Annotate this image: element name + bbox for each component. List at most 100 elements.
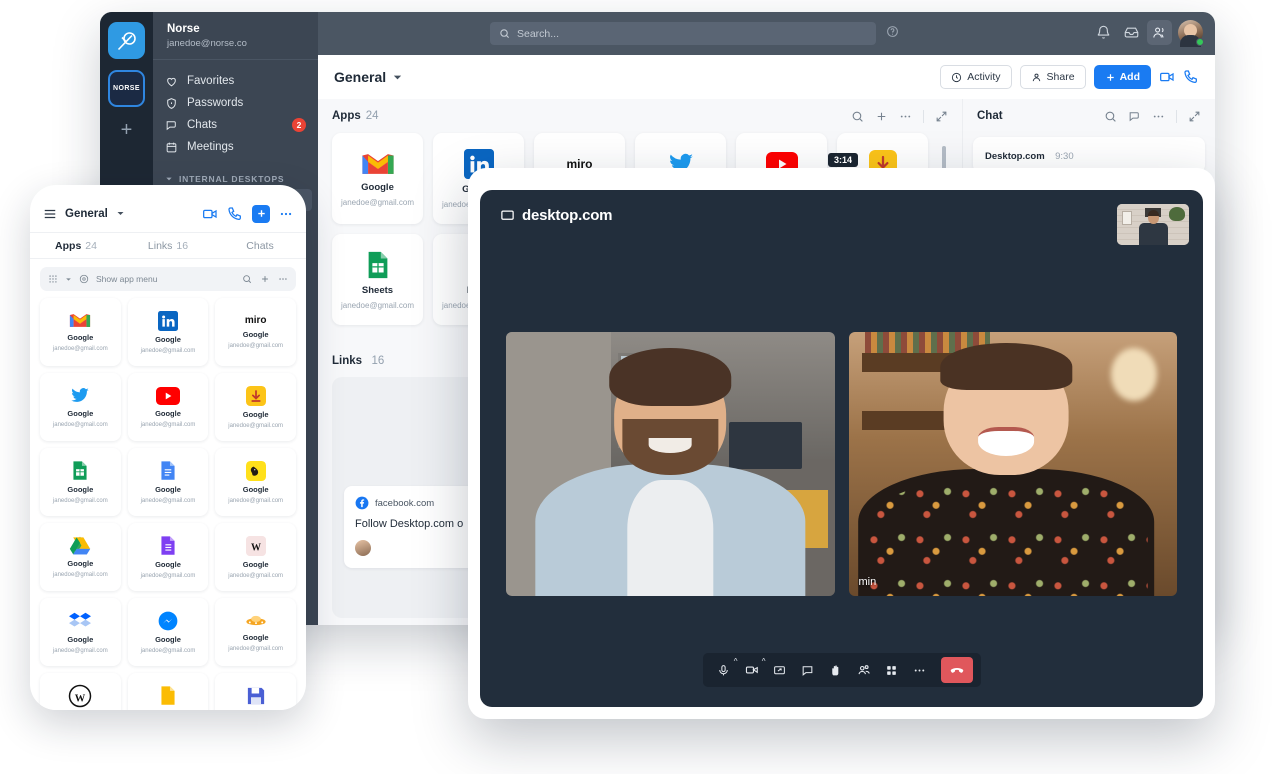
download-icon xyxy=(245,385,266,406)
chevron-up-icon[interactable]: ^ xyxy=(762,657,766,666)
add-workspace-button[interactable]: + xyxy=(121,120,133,140)
show-app-menu-label: Show app menu xyxy=(96,274,158,284)
gmail-icon xyxy=(70,314,91,327)
participant-tile-right[interactable]: min xyxy=(848,332,1177,596)
sidebar-item-favorites[interactable]: Favorites xyxy=(153,70,318,92)
mobile-app-grid: Google janedoe@gmail.com Google janedoe@… xyxy=(30,291,306,710)
user-avatar[interactable] xyxy=(1178,20,1204,47)
tab-apps[interactable]: Apps 24 xyxy=(30,233,122,258)
activity-button[interactable]: Activity xyxy=(940,65,1012,89)
start-video-call-button[interactable] xyxy=(1159,69,1175,85)
chat-bubble-icon xyxy=(802,665,813,676)
person-icon xyxy=(1032,73,1040,81)
tab-label: Links xyxy=(147,239,173,252)
app-email: janedoe@gmail.com xyxy=(140,573,196,579)
chat-button[interactable] xyxy=(795,657,821,683)
app-card[interactable]: Google janedoe@gmail.com xyxy=(215,598,296,666)
self-view-thumbnail[interactable] xyxy=(1117,204,1189,245)
google-drive-icon xyxy=(70,536,91,555)
mobile-add-button[interactable] xyxy=(252,204,270,223)
app-card[interactable]: Google janedoe@gmail.com xyxy=(40,523,121,591)
app-card[interactable]: Google janedoe@gmail.com xyxy=(40,448,121,516)
participants-button[interactable] xyxy=(851,657,877,683)
app-card[interactable]: Google janedoe@gmail.com xyxy=(127,598,209,666)
raise-hand-button[interactable] xyxy=(823,657,849,683)
share-button[interactable]: Share xyxy=(1019,65,1086,89)
video-camera-icon[interactable] xyxy=(202,206,218,222)
more-options-button[interactable] xyxy=(907,657,933,683)
new-chat-icon[interactable] xyxy=(1128,110,1141,123)
search-icon[interactable] xyxy=(242,274,252,284)
norse-logo-icon[interactable] xyxy=(108,22,145,59)
sidebar-item-meetings[interactable]: Meetings xyxy=(153,136,318,158)
camera-button[interactable]: ^ xyxy=(739,657,766,683)
app-card[interactable]: Sheets janedoe@gmail.com xyxy=(332,234,423,325)
search-icon[interactable] xyxy=(1104,110,1117,123)
app-card[interactable]: Google janedoe@gmail.com xyxy=(332,133,423,224)
chevron-down-icon[interactable] xyxy=(116,209,125,218)
help-icon[interactable] xyxy=(886,25,899,43)
workspace-norse-button[interactable]: NORSE xyxy=(108,70,145,107)
show-app-menu-bar[interactable]: Show app menu xyxy=(40,267,296,291)
app-card[interactable]: Google janedoe@gmail.com xyxy=(40,373,121,441)
chevron-up-icon[interactable]: ^ xyxy=(734,657,738,666)
app-card[interactable]: Google janedoe@gmail.com xyxy=(40,598,121,666)
app-card[interactable]: Google janedoe@gmail.com xyxy=(127,373,209,441)
add-button[interactable]: Add xyxy=(1093,65,1151,89)
wikipedia-icon: W xyxy=(245,535,266,556)
start-audio-call-button[interactable] xyxy=(1183,69,1199,85)
plus-icon[interactable] xyxy=(260,274,270,284)
app-card[interactable]: Google janedoe@gmail.com xyxy=(127,523,209,591)
app-card[interactable]: W Google janedoe@gmail.com xyxy=(40,673,121,710)
linkedin-icon xyxy=(157,310,178,331)
app-name: Google xyxy=(155,334,181,344)
expand-icon[interactable] xyxy=(935,110,948,123)
app-card[interactable]: Google janedoe@gmail.com xyxy=(127,298,209,366)
app-name: Google xyxy=(67,485,94,494)
participant-tile-left[interactable] xyxy=(506,332,835,596)
more-icon[interactable] xyxy=(278,274,288,284)
call-brand: desktop.com xyxy=(500,207,613,224)
app-card[interactable]: Google janedoe@gmail.com xyxy=(40,298,121,366)
search-icon[interactable] xyxy=(851,110,864,123)
app-card[interactable]: Google janedoe@gmail.com xyxy=(127,448,209,516)
inbox-icon xyxy=(1124,27,1139,38)
more-icon[interactable] xyxy=(1152,110,1165,123)
raise-hand-icon xyxy=(832,664,839,675)
sidebar-item-passwords[interactable]: Passwords xyxy=(153,92,318,114)
screen-share-button[interactable] xyxy=(767,657,793,683)
phone-icon xyxy=(1184,70,1197,83)
tab-links[interactable]: Links 16 xyxy=(122,233,214,258)
grid-view-button[interactable] xyxy=(879,657,905,683)
participants-icon xyxy=(857,665,870,675)
end-call-button[interactable] xyxy=(940,657,973,683)
more-icon[interactable] xyxy=(279,207,293,221)
expand-icon[interactable] xyxy=(1188,110,1201,123)
sidebar-item-chats[interactable]: Chats 2 xyxy=(153,114,318,136)
chevron-down-icon[interactable] xyxy=(392,72,403,83)
app-card[interactable]: Google janedoe@gmail.com xyxy=(215,373,296,441)
app-name: Google xyxy=(67,333,94,342)
tab-count: 24 xyxy=(85,239,97,252)
gmail-icon xyxy=(361,153,394,174)
phone-icon[interactable] xyxy=(227,206,243,222)
inbox-button[interactable] xyxy=(1119,20,1144,45)
notifications-button[interactable] xyxy=(1091,20,1116,45)
activity-label: Activity xyxy=(967,71,1001,83)
plus-icon[interactable] xyxy=(875,110,888,123)
app-card[interactable]: Google janedoe@gmail.com xyxy=(215,448,296,516)
facebook-author-avatar xyxy=(355,540,371,556)
mic-button[interactable]: ^ xyxy=(711,657,738,683)
app-card[interactable]: miro Google janedoe@gmail.com xyxy=(215,298,296,366)
tab-chats[interactable]: Chats xyxy=(214,233,306,258)
app-email: janedoe@gmail.com xyxy=(228,572,284,579)
app-card[interactable]: Google janedoe@gmail.com xyxy=(215,673,296,710)
app-card[interactable]: W Google janedoe@gmail.com xyxy=(215,523,296,591)
people-button[interactable] xyxy=(1147,20,1172,45)
app-card[interactable]: Google janedoe@gmail.com xyxy=(127,673,209,710)
call-timer: 3:14 xyxy=(828,153,859,167)
workspace-header[interactable]: Norse janedoe@norse.co xyxy=(153,12,318,61)
more-icon[interactable] xyxy=(899,110,912,123)
search-input[interactable]: Search... xyxy=(490,22,876,45)
hamburger-menu-icon[interactable] xyxy=(43,207,57,221)
